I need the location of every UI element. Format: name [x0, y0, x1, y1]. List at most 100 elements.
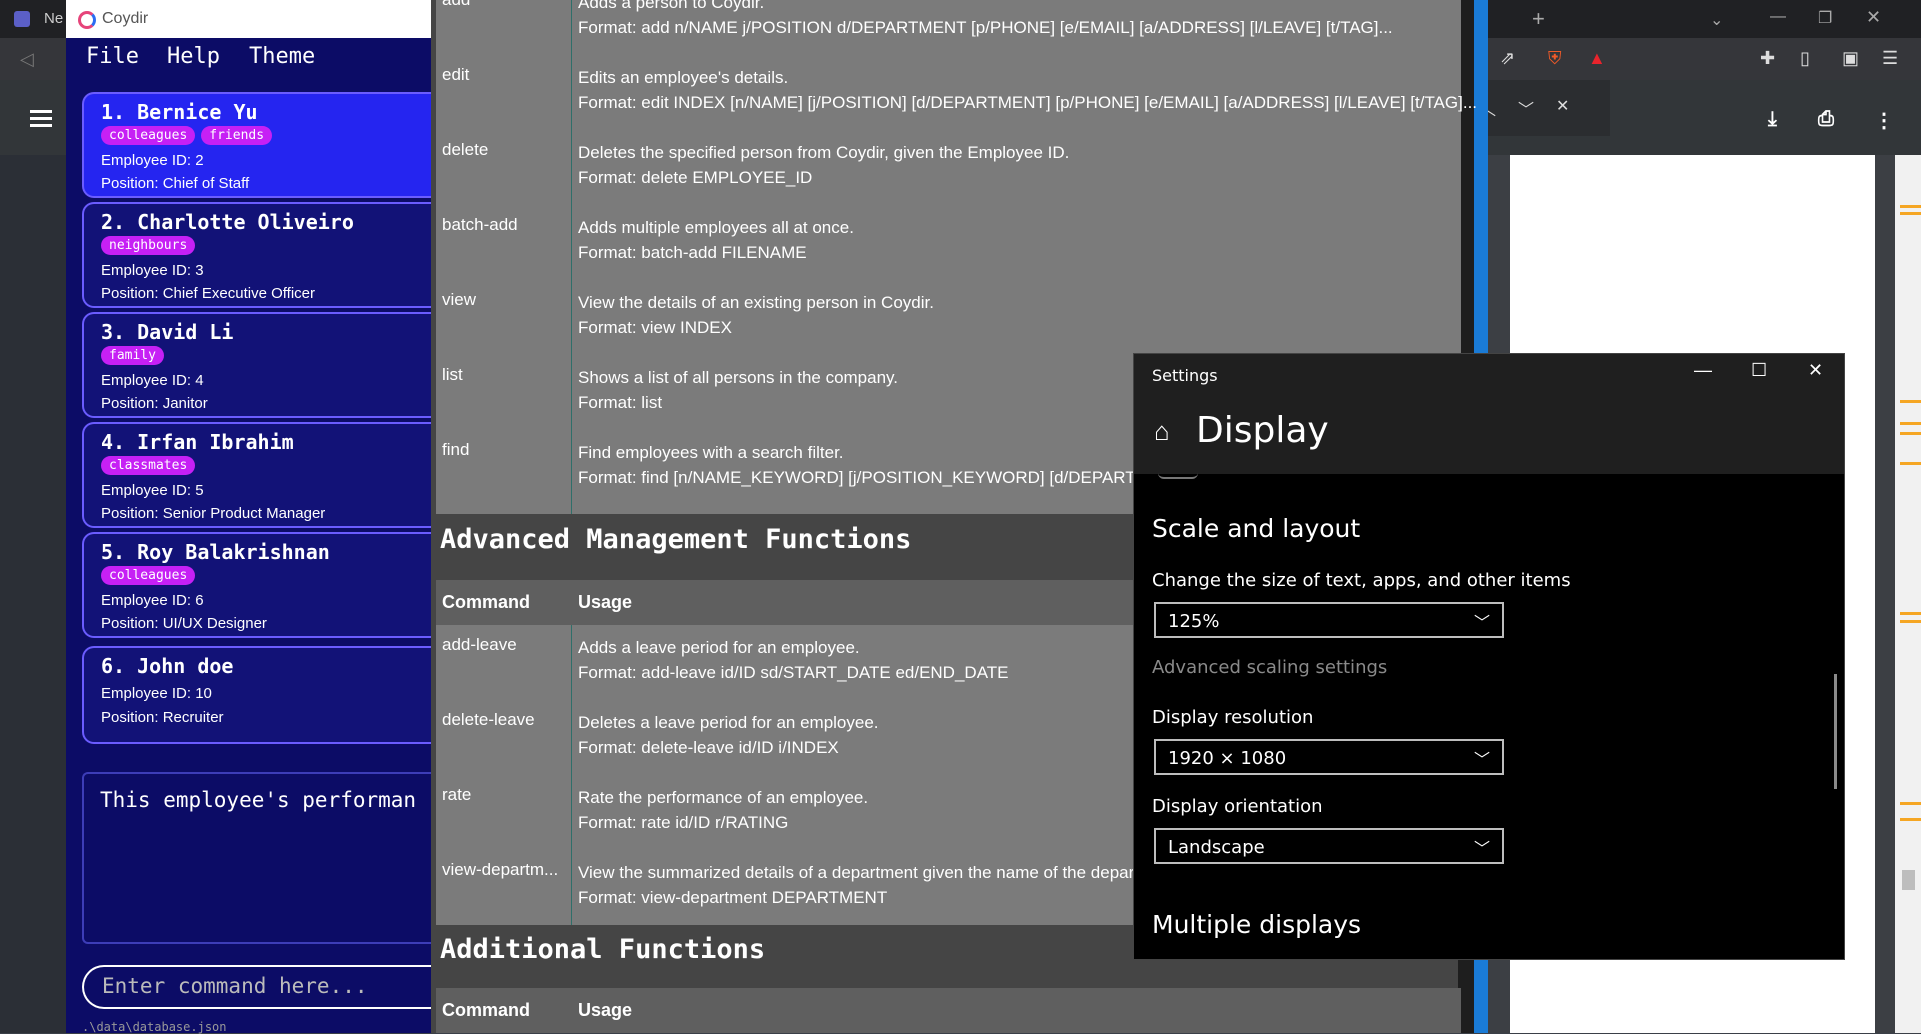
back-icon[interactable]: ◁ [20, 49, 34, 70]
sidebar-icon[interactable]: ▯ [1800, 48, 1810, 69]
hamburger-menu-icon[interactable] [30, 110, 52, 127]
menu-bar: File Help Theme [66, 38, 431, 78]
close-icon[interactable]: ✕ [1808, 360, 1823, 381]
tag-list: colleagues [101, 566, 201, 588]
menu-file[interactable]: File [86, 44, 139, 69]
chevron-down-icon: ﹀ [1473, 841, 1490, 858]
usage-cell: Shows a list of all persons in the compa… [578, 368, 899, 412]
usage-cell: Edits an employee's details. Format: edit… [578, 68, 1478, 112]
browser-nav-bar: ⇗ ⛨ ▲ ✚ ▯ ▣ ☰ [1470, 38, 1921, 80]
tag: neighbours [101, 236, 196, 255]
table-row: batch-add Adds multiple employees all at… [436, 205, 1461, 280]
tag-list: neighbours [101, 236, 201, 258]
tag: colleagues [101, 126, 196, 145]
employee-card[interactable]: 1. Bernice Yu colleagues friends Employee… [82, 92, 431, 198]
more-options-icon[interactable]: ⋮ [1874, 108, 1894, 133]
additional-functions-heading: Additional Functions [440, 934, 766, 965]
tag: colleagues [101, 566, 196, 585]
minimize-icon[interactable]: — [1694, 360, 1712, 381]
pdf-scrollbar[interactable] [1895, 155, 1921, 1033]
command-cell: rate [442, 785, 472, 804]
pdf-scroll-thumb[interactable] [1902, 870, 1915, 890]
close-icon[interactable]: ✕ [1866, 7, 1881, 28]
scale-dropdown[interactable]: 125% ﹀ [1154, 602, 1504, 638]
status-bar-path: .\data\database.json [82, 1020, 227, 1034]
employee-card[interactable]: 3. David Li family Employee ID: 4 Positi… [82, 312, 431, 418]
settings-window-title: Settings [1152, 366, 1218, 385]
print-icon[interactable]: ⎙ [1818, 108, 1834, 131]
employee-card[interactable]: 2. Charlotte Oliveiro neighbours Employe… [82, 202, 431, 308]
command-cell: delete [442, 140, 489, 159]
settings-scrollbar[interactable] [1834, 674, 1837, 789]
orientation-label: Display orientation [1152, 796, 1323, 817]
employee-card[interactable]: 5. Roy Balakrishnan colleagues Employee … [82, 532, 431, 638]
employee-id: Employee ID: 4 [101, 372, 204, 389]
search-hit-marker [1900, 818, 1921, 821]
teams-tab-label: Ne [44, 10, 64, 27]
search-hit-marker [1900, 432, 1921, 435]
brave-shield-icon[interactable]: ⛨ [1548, 48, 1562, 69]
orientation-value: Landscape [1168, 837, 1265, 858]
search-hit-marker [1900, 620, 1921, 623]
tag: family [101, 346, 164, 365]
teams-tab[interactable]: Ne [0, 0, 70, 38]
command-input[interactable] [100, 973, 424, 999]
settings-titlebar: Settings — ☐ ✕ [1134, 354, 1844, 394]
employee-card[interactable]: 6. John doe Employee ID: 10 Position: Re… [82, 646, 431, 744]
settings-header: ⌂ Display [1134, 394, 1844, 474]
tag: friends [201, 126, 273, 145]
command-cell: edit [442, 65, 470, 84]
command-box[interactable] [82, 965, 431, 1009]
download-icon[interactable]: ⤓ [1768, 108, 1777, 131]
find-close-icon[interactable]: ✕ [1556, 96, 1569, 116]
result-display[interactable]: This employee's performan [82, 772, 431, 944]
table-row: delete Deletes the specified person from… [436, 130, 1461, 205]
command-cell: batch-add [442, 215, 518, 234]
orientation-dropdown[interactable]: Landscape ﹀ [1154, 828, 1504, 864]
usage-cell: Adds a leave period for an employee. Form… [578, 638, 1009, 682]
usage-cell: View the summarized details of a departm… [578, 863, 1140, 907]
browser-left-nav: ◁ [0, 38, 70, 80]
extensions-icon[interactable]: ✚ [1760, 48, 1775, 69]
result-text: This employee's performan [100, 788, 417, 812]
command-cell: list [442, 365, 463, 384]
employee-name: 4. Irfan Ibrahim [101, 430, 294, 454]
share-icon[interactable]: ⇗ [1500, 48, 1515, 69]
wallet-icon[interactable]: ▣ [1842, 48, 1859, 69]
menu-help[interactable]: Help [167, 44, 220, 69]
employee-name: 1. Bernice Yu [101, 100, 258, 124]
command-cell: view-departm... [442, 860, 559, 879]
find-bar: ︿ ﹀ ✕ [1470, 80, 1610, 136]
menu-theme[interactable]: Theme [249, 44, 315, 69]
employee-name: 5. Roy Balakrishnan [101, 540, 330, 564]
usage-cell: Deletes a leave period for an employee. F… [578, 713, 879, 757]
resolution-dropdown[interactable]: 1920 × 1080 ﹀ [1154, 739, 1504, 775]
advanced-scaling-link[interactable]: Advanced scaling settings [1152, 657, 1387, 678]
minimize-icon[interactable]: — [1770, 8, 1786, 26]
restore-icon[interactable]: ❐ [1818, 8, 1832, 28]
maximize-icon[interactable]: ☐ [1751, 360, 1767, 381]
multiple-displays-heading: Multiple displays [1152, 910, 1362, 939]
coydir-logo-icon [78, 11, 96, 29]
find-next-icon[interactable]: ﹀ [1518, 96, 1534, 120]
tab-list-chevron-icon[interactable]: ⌄ [1710, 10, 1723, 30]
search-hit-marker [1900, 802, 1921, 805]
usage-cell: Adds a person to Coydir. Format: add n/NA… [578, 0, 1393, 37]
search-hit-marker [1900, 422, 1921, 425]
advanced-functions-heading: Advanced Management Functions [440, 524, 912, 555]
new-tab-icon[interactable]: + [1532, 6, 1545, 32]
teams-icon [14, 11, 30, 27]
browser-menu-icon[interactable]: ☰ [1882, 48, 1898, 69]
table-row: edit Edits an employee's details. Format:… [436, 55, 1477, 130]
employee-position: Position: UI/UX Designer [101, 615, 267, 632]
tag: classmates [101, 456, 196, 475]
command-cell: add-leave [442, 635, 517, 654]
home-icon[interactable]: ⌂ [1154, 416, 1170, 447]
coydir-titlebar: Coydir [66, 0, 431, 38]
usage-cell: Rate the performance of an employee. Form… [578, 788, 869, 832]
brave-rewards-icon[interactable]: ▲ [1588, 48, 1606, 69]
employee-position: Position: Senior Product Manager [101, 505, 326, 522]
employee-card[interactable]: 4. Irfan Ibrahim classmates Employee ID:… [82, 422, 431, 528]
settings-window: Settings — ☐ ✕ ⌂ Display Scale and layou… [1133, 353, 1845, 960]
column-header-command: Command [442, 592, 531, 612]
